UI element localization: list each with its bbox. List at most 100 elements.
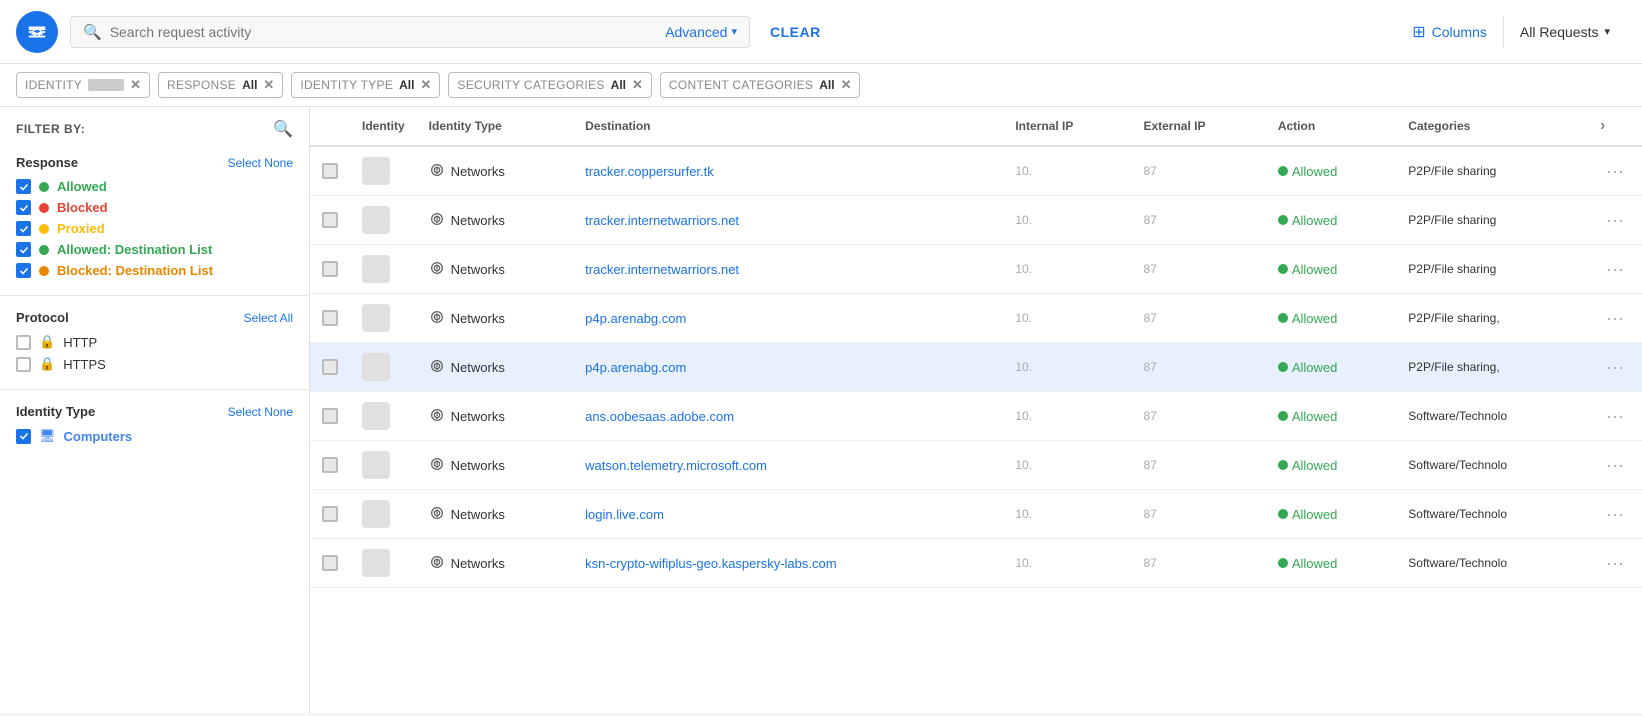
identity-type-section: Identity Type Select None 🖥 Computers bbox=[0, 396, 309, 455]
security-categories-chip[interactable]: SECURITY CATEGORIES All ✕ bbox=[448, 72, 652, 98]
response-select-none[interactable]: Select None bbox=[228, 156, 293, 170]
filter-https[interactable]: 🔒 HTTPS bbox=[16, 353, 293, 375]
row-checkbox[interactable] bbox=[322, 163, 338, 179]
logo-button[interactable] bbox=[16, 11, 58, 53]
networks-icon bbox=[429, 505, 445, 524]
col-internal-ip[interactable]: Internal IP bbox=[1003, 107, 1131, 146]
row-checkbox[interactable] bbox=[322, 408, 338, 424]
proxied-checkbox[interactable] bbox=[16, 221, 31, 236]
row-checkbox[interactable] bbox=[322, 506, 338, 522]
filter-computers[interactable]: 🖥 Computers bbox=[16, 425, 293, 447]
blocked-checkbox[interactable] bbox=[16, 200, 31, 215]
identity-type-select-none[interactable]: Select None bbox=[228, 405, 293, 419]
row-external-ip: 87 bbox=[1131, 392, 1265, 441]
row-more-button[interactable]: ··· bbox=[1600, 404, 1630, 428]
identity-chip[interactable]: IDENTITY ✕ bbox=[16, 72, 150, 98]
action-label: Allowed bbox=[1292, 213, 1338, 228]
filter-http[interactable]: 🔒 HTTP bbox=[16, 331, 293, 353]
content-categories-chip[interactable]: CONTENT CATEGORIES All ✕ bbox=[660, 72, 861, 98]
response-chip-close[interactable]: ✕ bbox=[263, 77, 274, 93]
row-more-button[interactable]: ··· bbox=[1600, 453, 1630, 477]
filter-blocked[interactable]: Blocked bbox=[16, 197, 293, 218]
row-categories: P2P/File sharing, bbox=[1396, 343, 1588, 392]
row-destination[interactable]: tracker.internetwarriors.net bbox=[573, 245, 1003, 294]
row-checkbox[interactable] bbox=[322, 457, 338, 473]
col-identity[interactable]: Identity bbox=[350, 107, 417, 146]
protocol-select-all[interactable]: Select All bbox=[244, 311, 293, 325]
col-action[interactable]: Action bbox=[1266, 107, 1396, 146]
action-label: Allowed bbox=[1292, 360, 1338, 375]
columns-button[interactable]: ⊞ Columns bbox=[1396, 16, 1504, 48]
allowed-dest-checkbox[interactable] bbox=[16, 242, 31, 257]
allowed-checkbox[interactable] bbox=[16, 179, 31, 194]
blocked-dest-label: Blocked: Destination List bbox=[57, 263, 213, 278]
response-section-title: Response bbox=[16, 155, 78, 170]
row-destination[interactable]: p4p.arenabg.com bbox=[573, 294, 1003, 343]
http-checkbox[interactable] bbox=[16, 335, 31, 350]
row-checkbox[interactable] bbox=[322, 359, 338, 375]
table-row[interactable]: Networks tracker.internetwarriors.net 10… bbox=[310, 245, 1642, 294]
advanced-button[interactable]: Advanced ▾ bbox=[665, 24, 737, 40]
row-more-button[interactable]: ··· bbox=[1600, 551, 1630, 575]
table-row[interactable]: Networks watson.telemetry.microsoft.com … bbox=[310, 441, 1642, 490]
col-identity-type[interactable]: Identity Type bbox=[417, 107, 573, 146]
row-more-button[interactable]: ··· bbox=[1600, 208, 1630, 232]
expand-icon[interactable]: › bbox=[1600, 117, 1605, 134]
row-more-button[interactable]: ··· bbox=[1600, 159, 1630, 183]
identity-type-chip-close[interactable]: ✕ bbox=[420, 77, 431, 93]
table-row[interactable]: Networks tracker.internetwarriors.net 10… bbox=[310, 196, 1642, 245]
table-row[interactable]: Networks login.live.com 10. 87 Allowed S… bbox=[310, 490, 1642, 539]
row-destination[interactable]: ksn-crypto-wifiplus-geo.kaspersky-labs.c… bbox=[573, 539, 1003, 588]
row-more-button[interactable]: ··· bbox=[1600, 306, 1630, 330]
table-row[interactable]: Networks p4p.arenabg.com 10. 87 Allowed … bbox=[310, 343, 1642, 392]
row-destination[interactable]: tracker.coppersurfer.tk bbox=[573, 146, 1003, 196]
identity-type-section-title: Identity Type bbox=[16, 404, 95, 419]
col-categories[interactable]: Categories bbox=[1396, 107, 1588, 146]
blocked-dest-checkbox[interactable] bbox=[16, 263, 31, 278]
content-categories-chip-close[interactable]: ✕ bbox=[841, 77, 852, 93]
row-identity-type-label: Networks bbox=[451, 262, 505, 277]
networks-icon bbox=[429, 211, 445, 230]
row-more-button[interactable]: ··· bbox=[1600, 355, 1630, 379]
row-destination[interactable]: p4p.arenabg.com bbox=[573, 343, 1003, 392]
table-row[interactable]: Networks ksn-crypto-wifiplus-geo.kaspers… bbox=[310, 539, 1642, 588]
sidebar-search-icon[interactable]: 🔍 bbox=[273, 119, 293, 139]
row-more-cell: ··· bbox=[1588, 392, 1642, 441]
table-header: Identity Identity Type Destination Inter… bbox=[310, 107, 1642, 146]
row-checkbox[interactable] bbox=[322, 212, 338, 228]
row-checkbox[interactable] bbox=[322, 261, 338, 277]
row-checkbox[interactable] bbox=[322, 555, 338, 571]
row-more-button[interactable]: ··· bbox=[1600, 257, 1630, 281]
identity-type-chip[interactable]: IDENTITY TYPE All ✕ bbox=[291, 72, 440, 98]
row-external-ip: 87 bbox=[1131, 146, 1265, 196]
search-input[interactable] bbox=[110, 24, 658, 40]
row-more-cell: ··· bbox=[1588, 490, 1642, 539]
computers-checkbox[interactable] bbox=[16, 429, 31, 444]
row-external-ip: 87 bbox=[1131, 343, 1265, 392]
row-action: Allowed bbox=[1266, 392, 1396, 441]
filter-blocked-dest[interactable]: Blocked: Destination List bbox=[16, 260, 293, 281]
row-destination[interactable]: watson.telemetry.microsoft.com bbox=[573, 441, 1003, 490]
security-categories-chip-close[interactable]: ✕ bbox=[632, 77, 643, 93]
clear-button[interactable]: CLEAR bbox=[762, 18, 829, 46]
identity-type-section-header: Identity Type Select None bbox=[16, 404, 293, 419]
row-more-button[interactable]: ··· bbox=[1600, 502, 1630, 526]
identity-chip-close[interactable]: ✕ bbox=[130, 77, 141, 93]
filter-proxied[interactable]: Proxied bbox=[16, 218, 293, 239]
filter-allowed[interactable]: Allowed bbox=[16, 176, 293, 197]
row-destination[interactable]: tracker.internetwarriors.net bbox=[573, 196, 1003, 245]
table-row[interactable]: Networks p4p.arenabg.com 10. 87 Allowed … bbox=[310, 294, 1642, 343]
response-chip[interactable]: RESPONSE All ✕ bbox=[158, 72, 283, 98]
row-destination[interactable]: login.live.com bbox=[573, 490, 1003, 539]
col-external-ip[interactable]: External IP bbox=[1131, 107, 1265, 146]
row-destination[interactable]: ans.oobesaas.adobe.com bbox=[573, 392, 1003, 441]
all-requests-button[interactable]: All Requests ▾ bbox=[1504, 18, 1626, 46]
https-checkbox[interactable] bbox=[16, 357, 31, 372]
row-identity-type-label: Networks bbox=[451, 556, 505, 571]
row-identity-type: Networks bbox=[417, 490, 573, 539]
row-checkbox[interactable] bbox=[322, 310, 338, 326]
table-row[interactable]: Networks ans.oobesaas.adobe.com 10. 87 A… bbox=[310, 392, 1642, 441]
filter-allowed-dest[interactable]: Allowed: Destination List bbox=[16, 239, 293, 260]
col-destination[interactable]: Destination bbox=[573, 107, 1003, 146]
table-row[interactable]: Networks tracker.coppersurfer.tk 10. 87 … bbox=[310, 146, 1642, 196]
